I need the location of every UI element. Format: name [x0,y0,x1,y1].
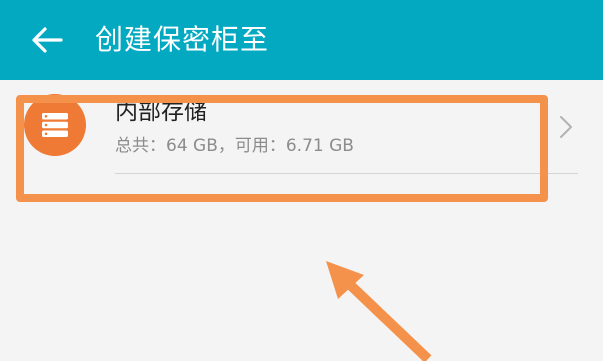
app-bar: 创建保密柜至 [0,0,603,80]
storage-stack-icon [42,113,68,137]
screen: 创建保密柜至 内部存储 总共：64 GB，可用：6.71 GB [0,0,603,361]
back-button[interactable] [28,20,68,60]
arrow-left-icon [32,27,63,53]
list-item-internal-storage[interactable]: 内部存储 总共：64 GB，可用：6.71 GB [0,80,603,174]
chevron-right-icon [560,116,572,138]
page-title: 创建保密柜至 [95,23,270,56]
divider [115,173,578,174]
storage-icon [24,94,86,156]
storage-detail: 总共：64 GB，可用：6.71 GB [115,136,354,156]
storage-title: 内部存储 [115,99,207,125]
pointer-arrow-icon [326,261,432,361]
